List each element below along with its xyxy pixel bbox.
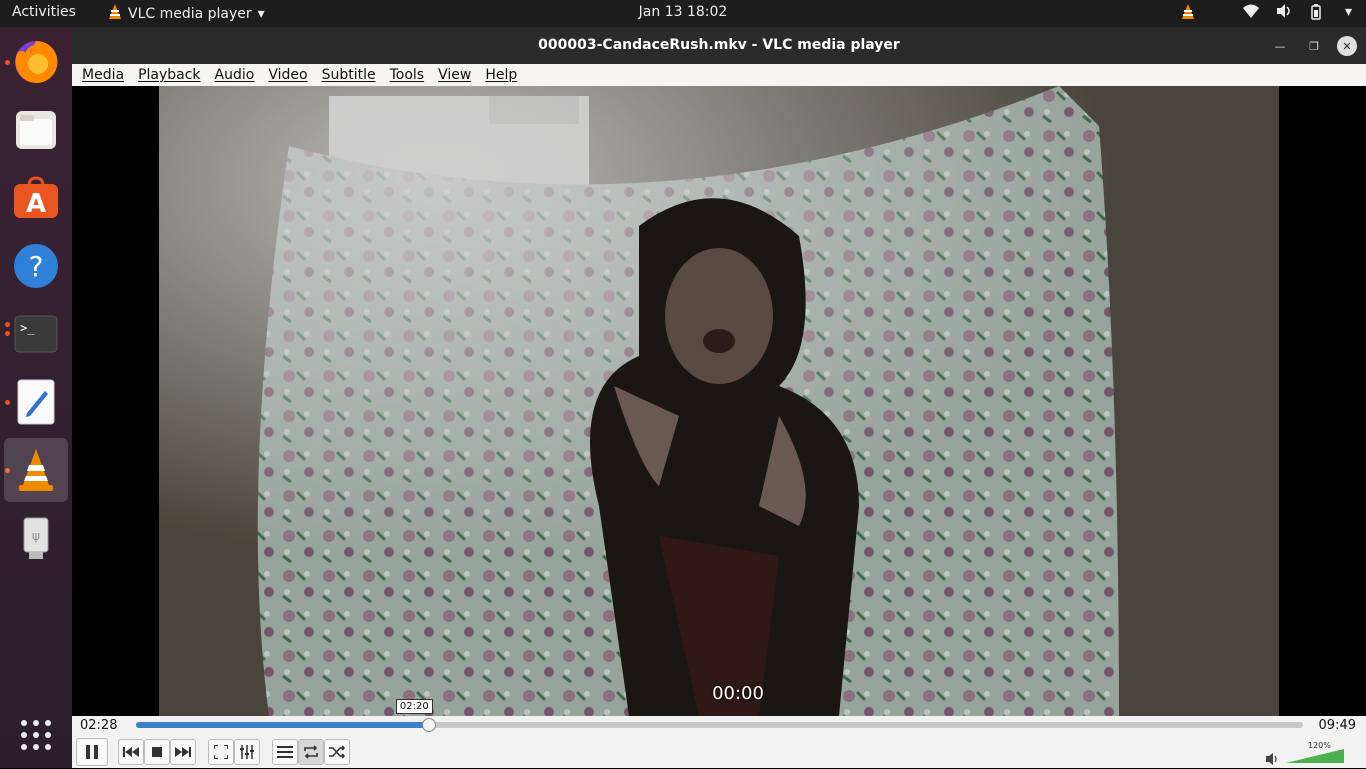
- total-time[interactable]: 09:49: [1319, 718, 1356, 733]
- terminal-icon: >_: [14, 315, 58, 353]
- controls-toolbar: 120%: [72, 736, 1366, 768]
- seek-bar-progress: [136, 722, 429, 728]
- volume-icon[interactable]: [1276, 4, 1293, 20]
- svg-text:ψ: ψ: [32, 529, 40, 543]
- video-frame: [159, 86, 1279, 716]
- menu-tools[interactable]: Tools: [390, 67, 425, 83]
- skip-back-icon: [123, 747, 139, 757]
- menu-audio[interactable]: Audio: [215, 67, 255, 83]
- menu-playback[interactable]: Playback: [138, 67, 200, 83]
- window-title: 000003-CandaceRush.mkv - VLC media playe…: [538, 37, 900, 53]
- loop-icon: [304, 745, 318, 759]
- window-titlebar[interactable]: 000003-CandaceRush.mkv - VLC media playe…: [72, 27, 1366, 64]
- menu-media[interactable]: Media: [82, 67, 124, 83]
- restore-icon[interactable]: ❐: [1303, 35, 1325, 57]
- power-menu-chevron-icon[interactable]: ▾: [1345, 4, 1352, 20]
- pause-button[interactable]: [76, 738, 108, 766]
- help-icon: ?: [14, 244, 58, 288]
- volume-slider[interactable]: [1286, 749, 1344, 763]
- previous-button[interactable]: [118, 739, 144, 765]
- shuffle-button[interactable]: [324, 739, 350, 765]
- activities-button[interactable]: Activities: [12, 4, 76, 20]
- vlc-launcher[interactable]: [4, 438, 68, 502]
- files-launcher[interactable]: [4, 98, 68, 162]
- firefox-icon: [15, 40, 58, 83]
- svg-text:?: ?: [29, 250, 44, 283]
- gnome-top-bar: Activities VLC media player ▾ Jan 13 18:…: [0, 0, 1366, 27]
- firefox-launcher[interactable]: [4, 30, 68, 94]
- seek-row: 02:28 02:20 09:49: [72, 699, 1366, 736]
- extended-settings-button[interactable]: [234, 739, 260, 765]
- stop-button[interactable]: [144, 739, 170, 765]
- seek-time-tooltip: 02:20: [395, 699, 433, 714]
- playlist-icon: [277, 746, 293, 758]
- chevron-down-icon: ▾: [257, 6, 265, 22]
- fullscreen-icon: [214, 745, 228, 759]
- video-still-image: [159, 86, 1279, 716]
- dock: A ? >_ ψ: [0, 27, 72, 768]
- elapsed-time[interactable]: 02:28: [80, 718, 117, 733]
- close-icon[interactable]: ✕: [1337, 36, 1357, 56]
- skip-forward-icon: [175, 747, 191, 757]
- seek-bar[interactable]: 02:20: [136, 699, 1303, 732]
- osd-time-display: 00:00: [712, 683, 764, 704]
- folder-icon: [16, 111, 56, 149]
- stop-icon: [152, 747, 162, 757]
- playlist-button[interactable]: [272, 739, 298, 765]
- help-launcher[interactable]: ?: [4, 234, 68, 298]
- terminal-launcher[interactable]: >_: [4, 302, 68, 366]
- usb-drive-icon: ψ: [23, 517, 49, 559]
- menu-subtitle[interactable]: Subtitle: [322, 67, 376, 83]
- menu-view[interactable]: View: [438, 67, 471, 83]
- clock[interactable]: Jan 13 18:02: [639, 4, 728, 20]
- app-grid-icon: [21, 720, 51, 750]
- pause-icon: [86, 745, 98, 759]
- shuffle-icon: [329, 745, 345, 759]
- fullscreen-button[interactable]: [208, 739, 234, 765]
- text-editor-icon: [17, 379, 55, 425]
- app-menu[interactable]: VLC media player ▾: [108, 4, 265, 24]
- usb-drive-launcher[interactable]: ψ: [4, 506, 68, 570]
- svg-text:A: A: [26, 189, 46, 219]
- next-button[interactable]: [170, 739, 196, 765]
- text-editor-launcher[interactable]: [4, 370, 68, 434]
- vlc-small-icon: [108, 4, 122, 24]
- speaker-icon[interactable]: [1266, 750, 1280, 769]
- menu-video[interactable]: Video: [268, 67, 307, 83]
- wifi-icon[interactable]: [1242, 4, 1259, 20]
- seek-handle[interactable]: [421, 718, 436, 732]
- equalizer-icon: [240, 745, 254, 759]
- show-applications-button[interactable]: [4, 703, 68, 767]
- minimize-icon[interactable]: —: [1269, 35, 1291, 57]
- battery-icon[interactable]: [1311, 4, 1327, 20]
- loop-button[interactable]: [298, 739, 324, 765]
- vlc-cone-icon: [19, 449, 53, 491]
- menu-help[interactable]: Help: [485, 67, 517, 83]
- video-area[interactable]: 00:00: [72, 86, 1366, 716]
- software-launcher[interactable]: A: [4, 166, 68, 230]
- software-store-icon: A: [14, 176, 58, 219]
- vlc-window: 000003-CandaceRush.mkv - VLC media playe…: [72, 27, 1366, 768]
- volume-slider-fill: [1286, 749, 1344, 763]
- svg-text:>_: >_: [20, 321, 35, 335]
- system-tray[interactable]: ▾: [1181, 4, 1352, 20]
- app-menu-label: VLC media player: [128, 6, 252, 22]
- vlc-tray-icon[interactable]: [1181, 4, 1197, 20]
- menu-bar: Media Playback Audio Video Subtitle Tool…: [72, 64, 1366, 86]
